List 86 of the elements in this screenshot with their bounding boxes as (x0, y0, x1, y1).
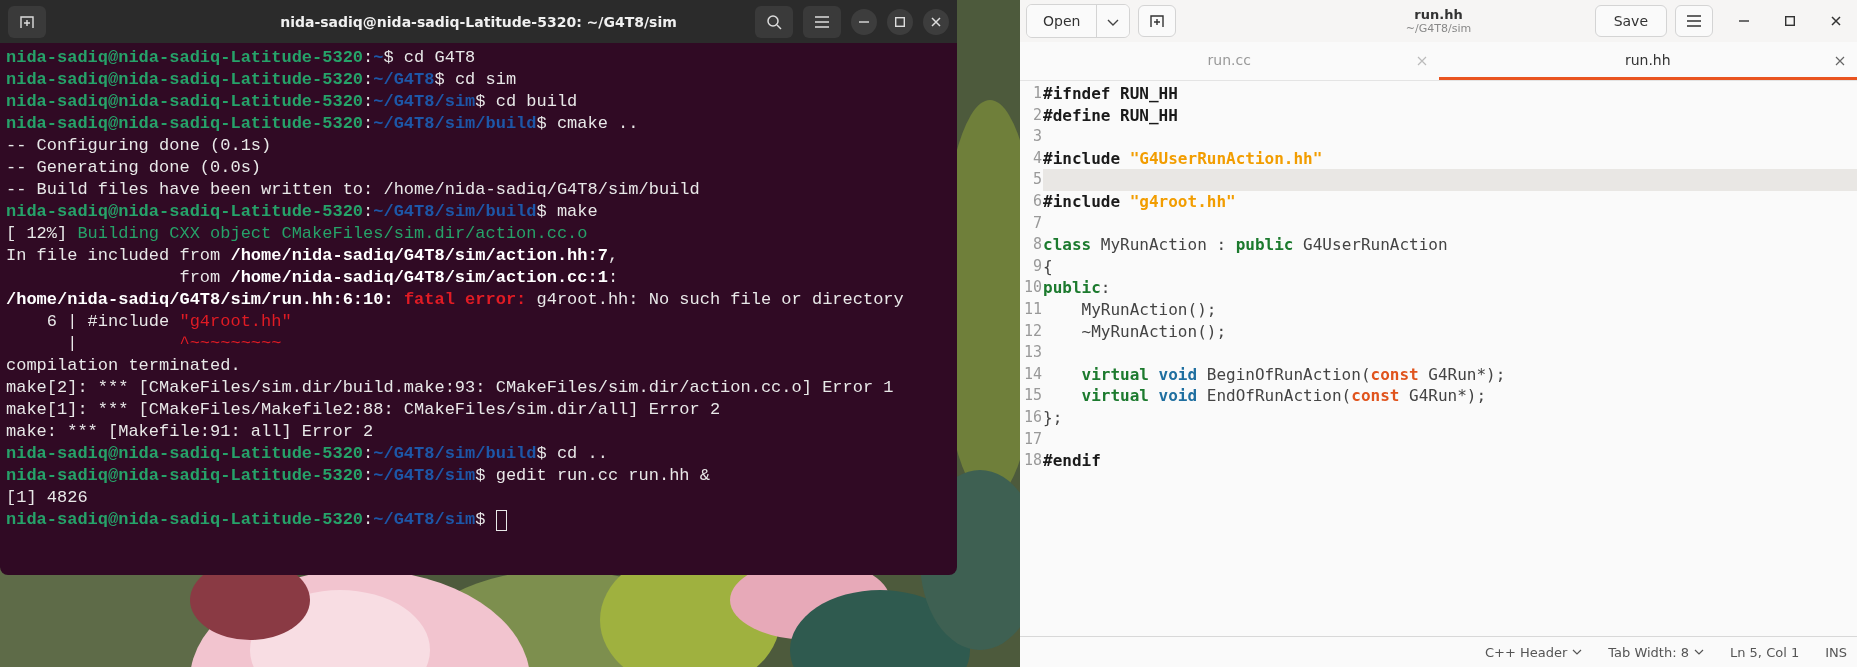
line-number: 14 (1022, 363, 1043, 385)
caret-icon (1572, 649, 1583, 655)
file-tab[interactable]: run.hh (1438, 42, 1857, 80)
terminal-line: make[2]: *** [CMakeFiles/sim.dir/build.make:93: CMakeFiles/sim.dir/action.cc.o] Error 1 (6, 377, 894, 399)
caret-icon (1694, 649, 1704, 655)
terminal-line: nida-sadiq@nida-sadiq-Latitude-5320:~/G4T8/sim$ gedit run.cc run.hh & (6, 465, 710, 487)
tab-width-dropdown[interactable]: Tab Width: 8 (1608, 644, 1704, 660)
terminal-line: make: *** [Makefile:91: all] Error 2 (6, 421, 374, 443)
terminal-line: -- Generating done (0.0s) (6, 157, 262, 179)
terminal-line: | ^~~~~~~~~~ (66, 333, 282, 355)
line-number: 16 (1022, 406, 1043, 428)
maximize-button[interactable] (887, 8, 913, 35)
terminal-line: nida-sadiq@nida-sadiq-Latitude-5320:~/G4T8/sim/build$ make (6, 201, 598, 223)
maximize-icon (1785, 16, 1795, 26)
terminal-line: make[1]: *** [CMakeFiles/Makefile2:88: CMakeFiles/sim.dir/all] Error 2 (6, 399, 721, 421)
line-number: 12 (1022, 320, 1043, 342)
new-tab-icon (1149, 13, 1166, 29)
code-line: #include "g4root.hh" (1043, 190, 1236, 213)
close-button[interactable] (923, 8, 949, 35)
terminal-line: nida-sadiq@nida-sadiq-Latitude-5320:~/G4T8/sim/build$ cd .. (6, 443, 608, 465)
window-title: nida-sadiq@nida-sadiq-Latitude-5320: ~/G4T8/sim (280, 13, 677, 30)
menu-button[interactable] (803, 5, 841, 38)
new-tab-icon (19, 13, 35, 30)
window-title: run.hh (1414, 7, 1463, 22)
code-line: public: (1043, 277, 1111, 299)
line-number: 2 (1031, 104, 1043, 126)
code-line: }; (1043, 406, 1063, 429)
line-number: 3 (1031, 126, 1043, 148)
line-number: 15 (1022, 385, 1043, 407)
open-button[interactable]: Open (1027, 5, 1097, 37)
close-tab-icon[interactable] (1835, 56, 1845, 66)
menu-icon (1687, 15, 1701, 27)
code-line: #define RUN_HH (1043, 104, 1178, 127)
caret-icon (1107, 19, 1120, 26)
minimize-icon (859, 20, 869, 23)
code-line: #include "G4UserRunAction.hh" (1043, 147, 1323, 170)
maximize-icon (895, 16, 905, 27)
menu-button[interactable] (1675, 5, 1713, 37)
code-line: #ifndef RUN_HH (1043, 83, 1178, 105)
code-line: #endif (1043, 450, 1101, 472)
terminal-line: nida-sadiq@nida-sadiq-Latitude-5320:~/G4T8/sim/build$ cmake .. (6, 113, 639, 135)
terminal-line: In file included from /home/nida-sadiq/G4T8/sim/action.hh:7, (6, 245, 619, 267)
line-number: 4 (1031, 147, 1043, 169)
line-number: 1 (1031, 83, 1043, 104)
line-number: 10 (1022, 277, 1043, 299)
minimize-button[interactable] (851, 8, 877, 35)
code-line: ~MyRunAction(); (1080, 320, 1227, 343)
search-button[interactable] (755, 5, 793, 38)
terminal-line: [ 12%] Building CXX object CMakeFiles/sim.dir/action.cc.o (6, 223, 588, 245)
line-number: 17 (1022, 428, 1043, 450)
minimize-icon (1739, 20, 1749, 22)
line-number: 5 (1031, 169, 1043, 191)
language-dropdown[interactable]: C++ Header (1484, 644, 1583, 660)
new-tab-button[interactable] (8, 5, 46, 38)
line-number: 11 (1022, 298, 1043, 320)
menu-icon (815, 15, 829, 28)
close-icon (1831, 16, 1841, 26)
code-line: virtual void EndOfRunAction(const G4Run*); (1080, 385, 1487, 407)
save-button[interactable]: Save (1594, 5, 1667, 37)
terminal-line: 6 | #include "g4root.hh" (45, 311, 292, 333)
insert-mode: INS (1825, 644, 1847, 660)
cursor-position: Ln 5, Col 1 (1730, 644, 1800, 660)
line-number: 7 (1031, 212, 1043, 234)
close-icon (931, 16, 941, 27)
code-line: virtual void BeginOfRunAction(const G4Run*); (1080, 363, 1506, 386)
line-number: 6 (1031, 190, 1043, 212)
line-number: 18 (1022, 450, 1043, 472)
terminal-line: /home/nida-sadiq/G4T8/sim/run.hh:6:10: fatal error: g4root.hh: No such file or directory (6, 289, 904, 311)
terminal-line: nida-sadiq@nida-sadiq-Latitude-5320:~$ cd G4T8 (6, 47, 476, 69)
terminal-line: compilation terminated. (6, 355, 241, 377)
terminal-line: nida-sadiq@nida-sadiq-Latitude-5320:~/G4T8$ cd sim (6, 69, 517, 91)
line-number: 13 (1022, 342, 1043, 364)
code-line: MyRunAction(); (1080, 298, 1217, 321)
terminal-line: -- Configuring done (0.1s) (6, 135, 272, 157)
window-subtitle: ~/G4T8/sim (1405, 22, 1472, 35)
search-icon (766, 13, 782, 30)
terminal-line: nida-sadiq@nida-sadiq-Latitude-5320:~/G4T8/sim$ (6, 509, 486, 531)
new-tab-button[interactable] (1138, 5, 1177, 37)
terminal-line: from /home/nida-sadiq/G4T8/sim/action.cc:1: (178, 267, 619, 289)
line-number: 9 (1031, 255, 1043, 277)
code-line: { (1043, 255, 1053, 278)
line-number: 8 (1031, 234, 1043, 256)
terminal-line: -- Build files have been written to: /home/nida-sadiq/G4T8/sim/build (6, 179, 700, 201)
terminal-line: nida-sadiq@nida-sadiq-Latitude-5320:~/G4T8/sim$ cd build (6, 91, 578, 113)
code-line: class MyRunAction : public G4UserRunAction (1043, 234, 1448, 256)
terminal-line: [1] 4826 (6, 487, 88, 509)
